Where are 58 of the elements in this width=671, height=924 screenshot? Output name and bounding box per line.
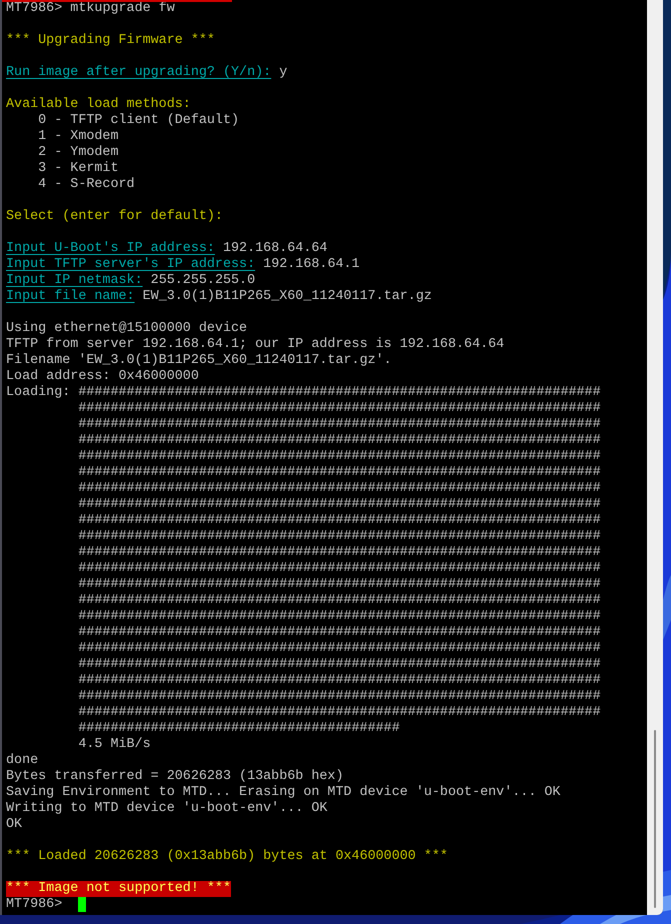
progress-hashes: #################################################################: [78, 401, 601, 417]
output-text: done: [6, 753, 38, 769]
progress-hashes: #################################################################: [78, 577, 601, 593]
progress-hashes: #################################################################: [78, 641, 601, 657]
output-text: TFTP from server 192.168.64.1; our IP address is 192.168.64.64: [6, 337, 504, 353]
menu-option-text: 0 - TFTP client (Default): [38, 113, 240, 129]
input-value: y: [279, 65, 288, 81]
progress-hashes: #################################################################: [78, 625, 601, 641]
notice-text: *** Upgrading Firmware ***: [6, 33, 215, 49]
progress-hashes: #################################################################: [78, 593, 601, 609]
progress-hashes: ########################################: [78, 721, 401, 737]
progress-hashes: #################################################################: [78, 465, 601, 481]
menu-option-text: 1 - Xmodem: [38, 129, 118, 145]
prompt-label: Input file name:: [6, 289, 135, 305]
progress-hashes: #################################################################: [78, 705, 601, 721]
input-value: EW_3.0(1)B11P265_X60_11240117.tar.gz: [142, 289, 432, 305]
progress-hashes: #################################################################: [78, 433, 601, 449]
output-text: Bytes transferred = 20626283 (13abb6b hex): [6, 769, 344, 785]
progress-hashes: #################################################################: [78, 545, 601, 561]
scrollbar-track[interactable]: [647, 0, 663, 915]
progress-hashes: #################################################################: [78, 609, 601, 625]
notice-text: Select (enter for default):: [6, 209, 223, 225]
command-text: mtkupgrade fw: [70, 1, 175, 17]
output-text: OK: [6, 817, 22, 833]
progress-hashes: #################################################################: [78, 689, 601, 705]
menu-option-text: 2 - Ymodem: [38, 145, 118, 161]
output-text: Saving Environment to MTD... Erasing on MTD device 'u-boot-env'... OK: [6, 785, 560, 801]
input-value: 192.168.64.64: [222, 241, 328, 257]
menu-option-text: 3 - Kermit: [38, 161, 118, 177]
progress-hashes: #################################################################: [78, 529, 601, 545]
output-text: Load address: 0x46000000: [6, 369, 199, 385]
shell-prompt: MT7986>: [6, 897, 64, 913]
output-text: Filename 'EW_3.0(1)B11P265_X60_11240117.tar.gz'.: [6, 353, 392, 369]
progress-hashes: #################################################################: [78, 385, 601, 401]
transfer-rate-text: 4.5 MiB/s: [78, 737, 151, 753]
progress-hashes: #################################################################: [78, 673, 601, 689]
progress-hashes: #################################################################: [78, 449, 601, 465]
shell-prompt: MT7986>: [6, 1, 64, 17]
output-text: Using ethernet@15100000 device: [6, 321, 248, 337]
progress-hashes: #################################################################: [78, 481, 601, 497]
progress-hashes: #################################################################: [78, 513, 601, 529]
prompt-label: Input TFTP server's IP address:: [6, 257, 256, 273]
notice-text: Available load methods:: [6, 97, 191, 113]
progress-hashes: #################################################################: [78, 417, 601, 433]
notice-text: *** Loaded 20626283 (0x13abb6b) bytes at 0x46000000 ***: [6, 849, 448, 865]
prompt-label: Input U-Boot's IP address:: [6, 241, 215, 257]
loading-label: Loading:: [6, 385, 72, 401]
error-text: *** Image not supported! ***: [6, 881, 231, 897]
scrollbar-thumb[interactable]: [654, 730, 656, 908]
progress-hashes: #################################################################: [78, 561, 601, 577]
progress-hashes: #################################################################: [78, 657, 601, 673]
menu-option-text: 4 - S-Record: [38, 177, 135, 193]
progress-hashes: #################################################################: [78, 497, 601, 513]
prompt-label: Run image after upgrading? (Y/n):: [6, 65, 272, 81]
prompt-label: Input IP netmask:: [6, 273, 143, 289]
output-text: Writing to MTD device 'u-boot-env'... OK: [6, 801, 328, 817]
input-value: 255.255.255.0: [150, 273, 256, 289]
input-value: 192.168.64.1: [263, 257, 360, 273]
